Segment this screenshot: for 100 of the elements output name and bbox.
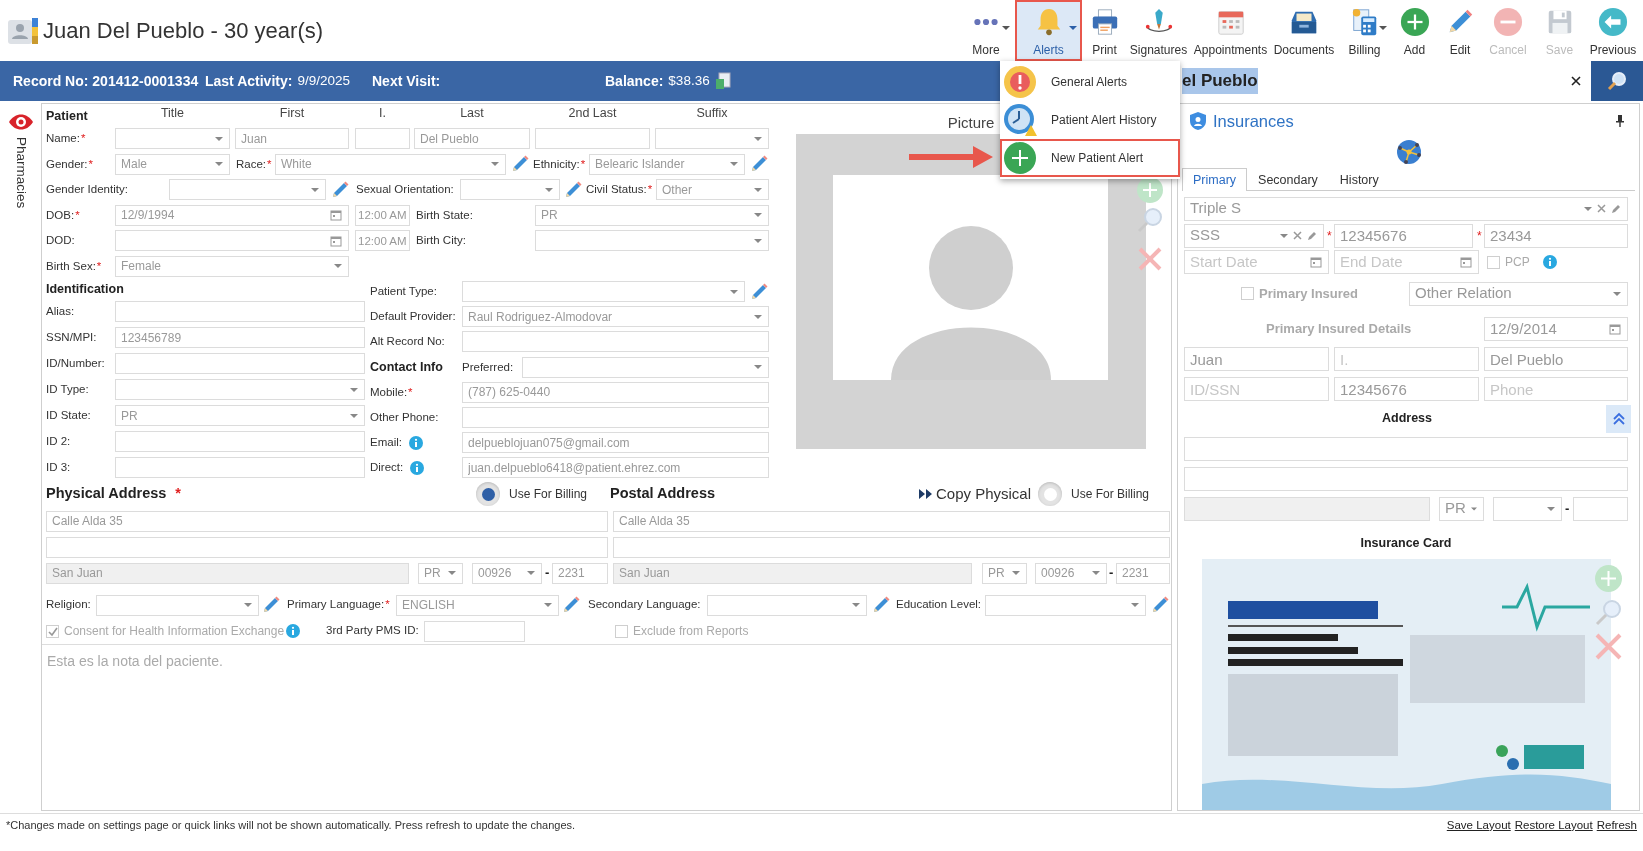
text-field[interactable]: 2231 (1116, 562, 1170, 584)
dropdown-field[interactable]: PR (115, 405, 365, 426)
text-field[interactable] (115, 353, 365, 375)
checkbox[interactable] (1487, 255, 1500, 269)
text-field[interactable] (115, 301, 365, 323)
text-field[interactable]: San Juan (613, 562, 972, 584)
pencil-icon[interactable] (1611, 203, 1621, 214)
edit-button[interactable] (330, 179, 350, 200)
toolbar-button[interactable]: Previous (1586, 0, 1640, 61)
dropdown-field[interactable] (535, 230, 769, 252)
text-field[interactable] (462, 331, 769, 353)
dropdown-field[interactable] (707, 594, 867, 616)
text-field[interactable] (115, 430, 365, 452)
dropdown-field[interactable]: PR (1439, 496, 1484, 521)
text-field[interactable]: (787) 625-0440 (462, 381, 769, 403)
checkbox[interactable] (46, 624, 59, 638)
dropdown-field[interactable] (169, 179, 326, 201)
text-field[interactable]: I. (1334, 347, 1479, 371)
copy-button[interactable]: Copy Physical (919, 482, 1032, 506)
toolbar-button[interactable]: Edit (1437, 0, 1483, 61)
menu-item[interactable]: General Alerts (1000, 63, 1180, 101)
dropdown-field[interactable]: Raul Rodriguez-Almodovar (462, 306, 769, 328)
dropdown-field[interactable] (985, 594, 1146, 616)
text-field[interactable]: 2231 (552, 562, 608, 584)
side-tab[interactable]: Pharmacies (10, 137, 31, 209)
collapse-button[interactable] (1606, 404, 1631, 433)
date-field[interactable]: End Date (1334, 250, 1479, 274)
dropdown-field[interactable] (462, 281, 745, 303)
toolbar-button[interactable]: Signatures (1127, 0, 1190, 61)
menu-item[interactable]: New Patient Alert (1000, 139, 1180, 177)
pin-icon[interactable] (1615, 115, 1625, 127)
toolbar-button[interactable]: More (957, 0, 1015, 61)
text-field[interactable]: Del Pueblo (414, 128, 530, 150)
info-icon[interactable] (286, 624, 300, 638)
toolbar-button[interactable]: Appointments (1190, 0, 1271, 61)
edit-button[interactable] (1150, 595, 1170, 615)
text-field[interactable] (46, 536, 608, 558)
dropdown-field[interactable]: PR (418, 562, 463, 584)
dropdown-field[interactable] (96, 594, 259, 616)
text-field[interactable]: Del Pueblo (1484, 347, 1628, 371)
text-field[interactable]: Juan (235, 128, 349, 150)
checkbox[interactable] (615, 624, 628, 638)
footer-link[interactable]: Restore Layout (1514, 816, 1593, 835)
toolbar-button[interactable]: Documents (1271, 0, 1337, 61)
dropdown-field[interactable] (522, 356, 769, 378)
text-field[interactable] (355, 128, 410, 150)
time-field[interactable]: 12:00 AM (355, 204, 410, 226)
toolbar-button[interactable]: Alerts (1015, 0, 1082, 61)
text-field[interactable]: juan.delpueblo6418@patient.ehrez.com (462, 457, 769, 479)
dropdown-field[interactable]: Female (115, 255, 349, 277)
clear-icon[interactable] (1597, 204, 1606, 213)
text-field[interactable]: Calle Alda 35 (613, 510, 1170, 532)
radio-button[interactable] (476, 482, 500, 506)
edit-button[interactable] (261, 595, 281, 615)
edit-button[interactable] (561, 595, 581, 615)
clear-icon[interactable] (1293, 231, 1302, 240)
date-field[interactable]: Start Date (1184, 250, 1329, 274)
dropdown-field[interactable]: 00926 (1035, 562, 1107, 584)
text-field[interactable] (535, 128, 650, 150)
tab[interactable]: History (1328, 168, 1390, 191)
pencil-icon[interactable] (1307, 230, 1317, 241)
dropdown-field[interactable] (115, 379, 365, 401)
footer-link[interactable]: Save Layout (1446, 816, 1511, 835)
tab[interactable]: Secondary (1247, 168, 1329, 191)
dropdown-field[interactable]: Other Relation (1409, 281, 1628, 306)
radio-button[interactable] (1038, 482, 1062, 506)
text-field[interactable]: 12345676 (1334, 377, 1479, 401)
dropdown-field[interactable]: Other (656, 179, 769, 201)
text-field[interactable] (1184, 436, 1628, 461)
date-field[interactable]: 12/9/1994 (115, 204, 349, 226)
checkbox[interactable] (1241, 287, 1254, 300)
dropdown-field[interactable] (655, 128, 769, 150)
dropdown-field[interactable]: ENGLISH (396, 594, 559, 616)
edit-button[interactable] (871, 595, 891, 615)
text-field[interactable] (115, 456, 365, 478)
dropdown-field[interactable]: PR (982, 562, 1027, 584)
search-button[interactable] (1591, 61, 1643, 101)
info-icon[interactable] (409, 435, 423, 450)
text-field[interactable]: delpueblojuan075@gmail.com (462, 432, 769, 454)
text-field[interactable]: Calle Alda 35 (46, 510, 608, 532)
globe-icon[interactable] (1395, 139, 1422, 165)
text-field[interactable]: San Juan (46, 562, 409, 584)
text-field[interactable]: Phone (1484, 377, 1628, 401)
dropdown-field[interactable] (115, 128, 230, 150)
money-document-icon[interactable] (714, 72, 731, 90)
menu-item[interactable]: Patient Alert History (1000, 101, 1180, 139)
text-field[interactable] (1184, 496, 1430, 521)
plus-icon[interactable] (1136, 176, 1164, 204)
date-field[interactable]: 12/9/2014 (1484, 317, 1628, 341)
search-icon[interactable] (1606, 70, 1628, 92)
info-icon[interactable] (410, 460, 424, 475)
dropdown-field[interactable]: Triple S (1184, 196, 1628, 221)
info-icon[interactable] (1543, 255, 1557, 269)
dropdown-field[interactable]: SSS (1184, 223, 1324, 248)
text-field[interactable] (424, 620, 525, 642)
dropdown-field[interactable]: Male (115, 153, 230, 175)
text-field[interactable] (1573, 496, 1628, 521)
toolbar-button[interactable]: Billing (1337, 0, 1392, 61)
text-field[interactable]: 123456789 (115, 327, 365, 349)
dropdown-field[interactable]: 00926 (472, 562, 542, 584)
